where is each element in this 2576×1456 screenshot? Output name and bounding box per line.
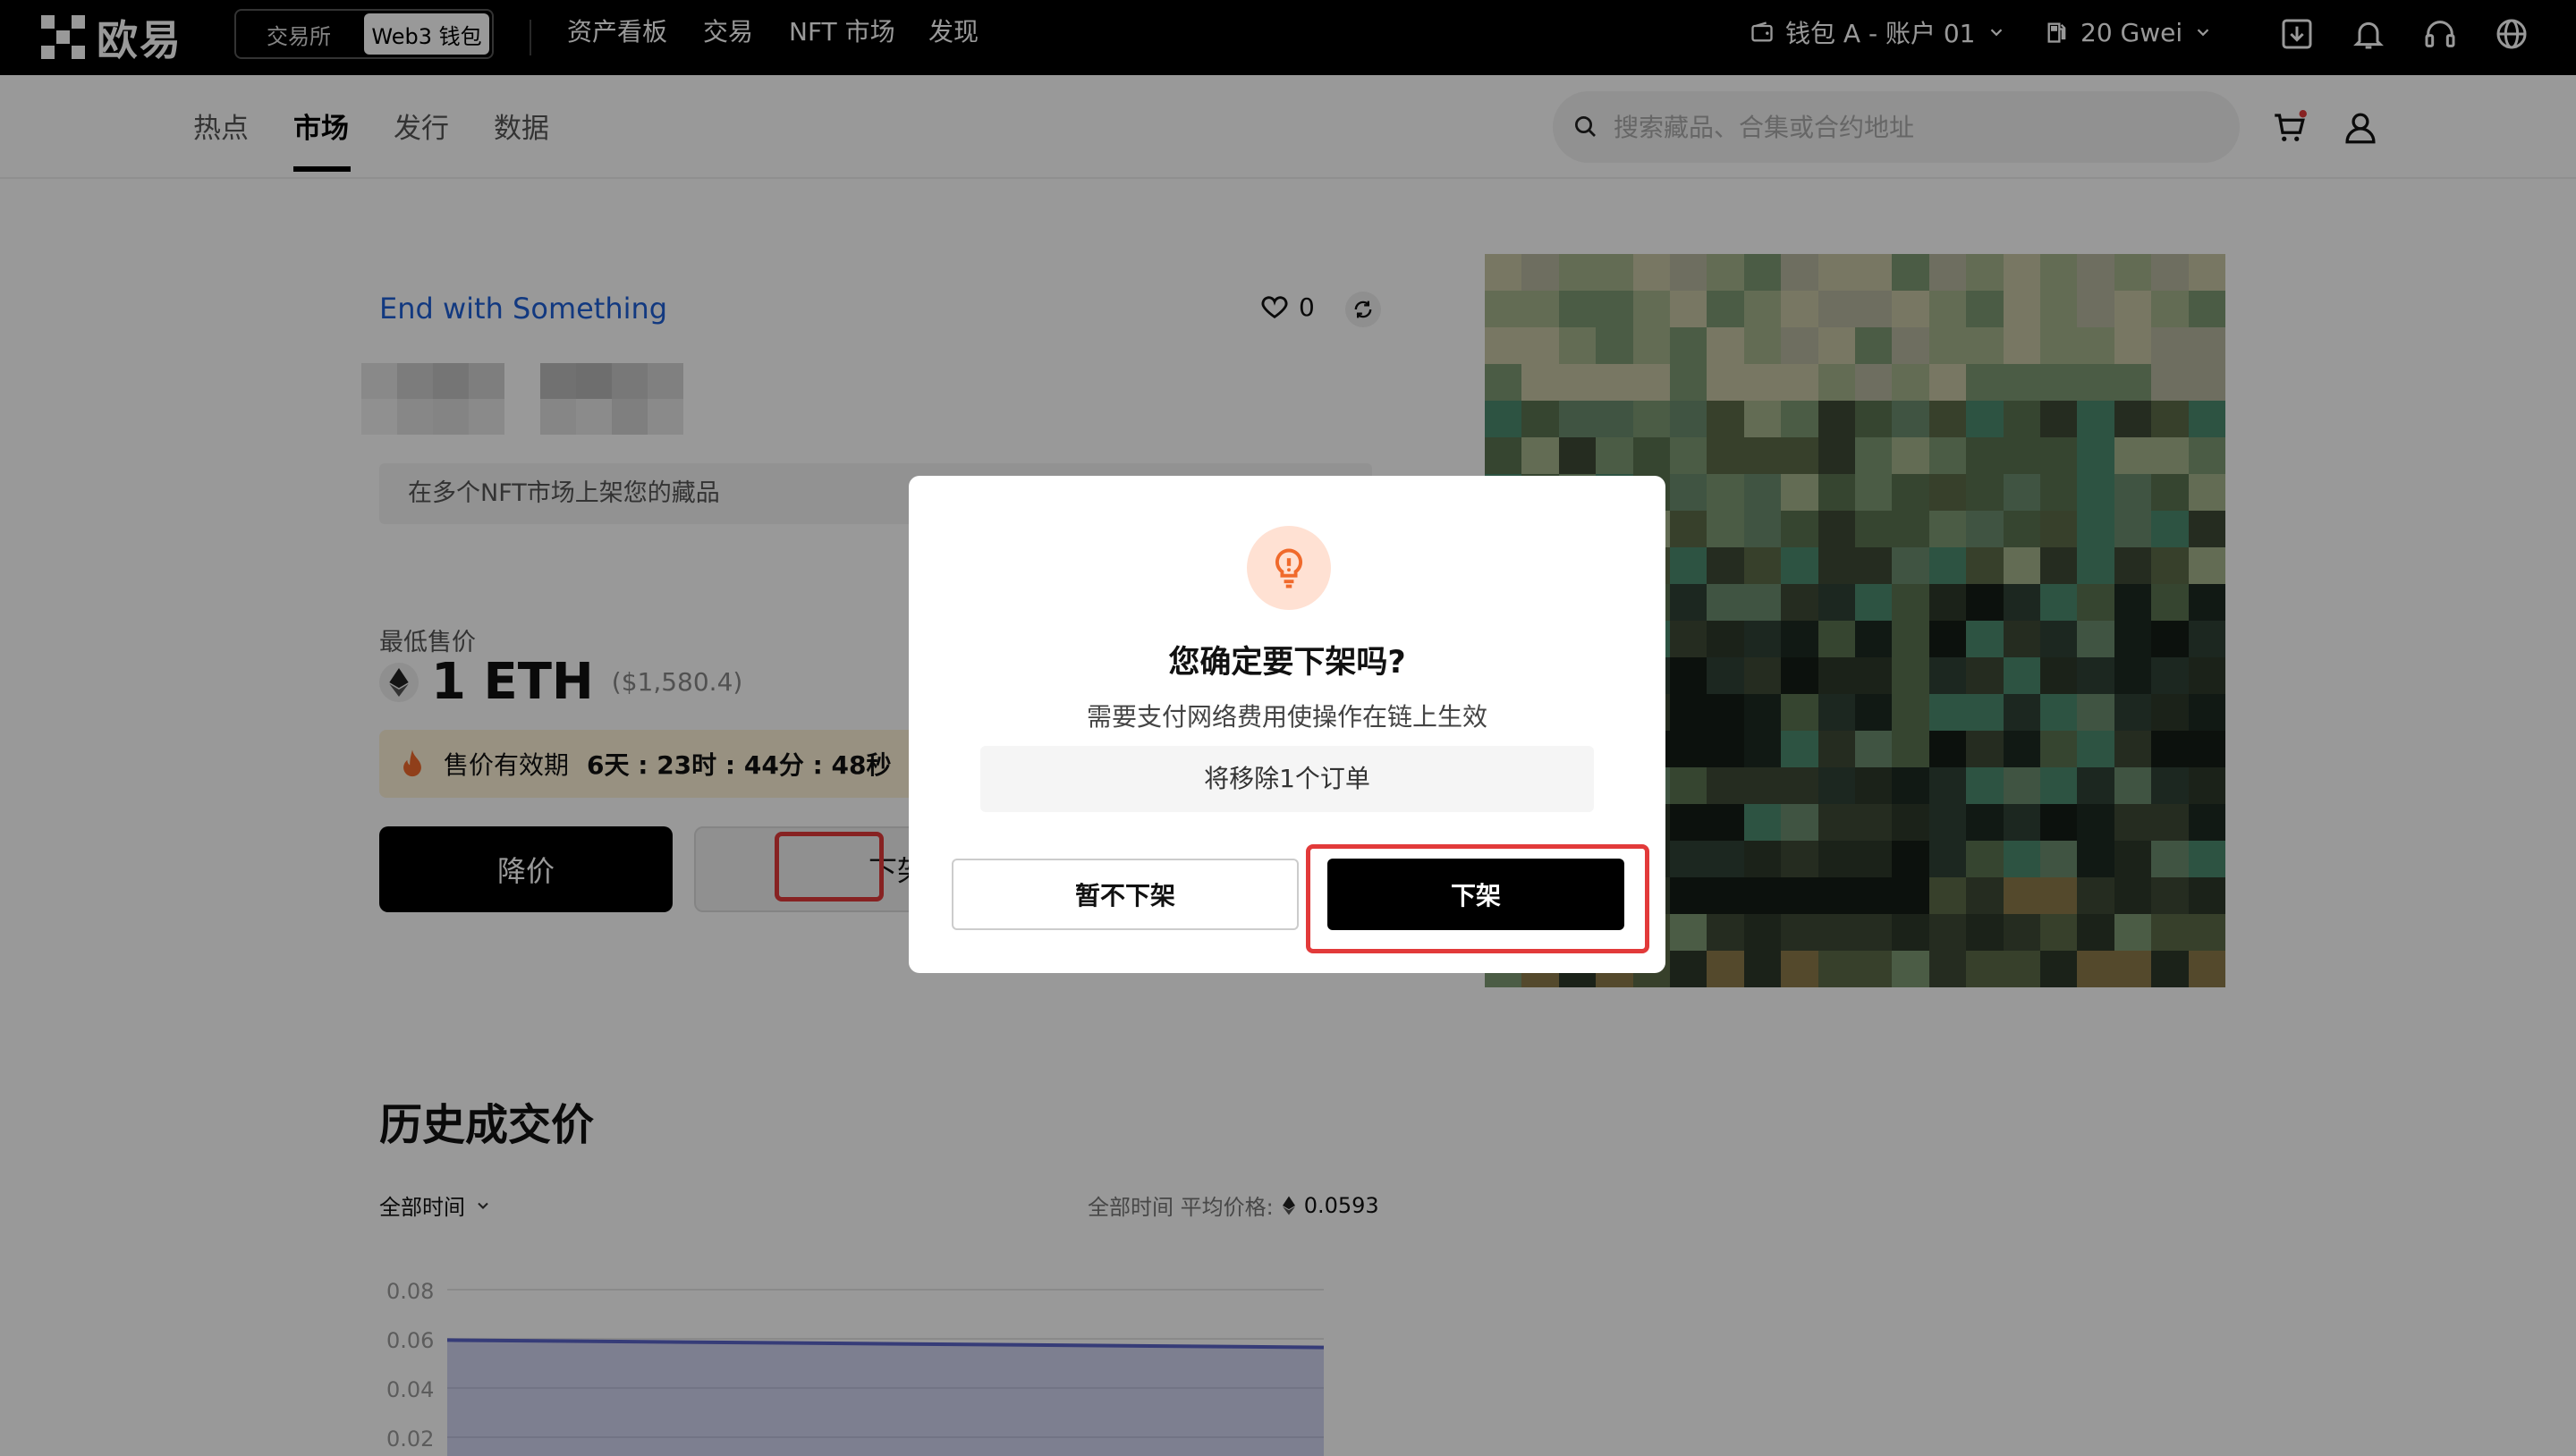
delist-confirm-dialog: 您确定要下架吗? 需要支付网络费用使操作在链上生效 将移除1个订单 暂不下架 下… bbox=[909, 476, 1665, 973]
dialog-info-box: 将移除1个订单 bbox=[980, 746, 1594, 812]
confirm-highlight bbox=[1306, 844, 1649, 953]
lightbulb-icon bbox=[1247, 526, 1331, 610]
dialog-subtitle: 需要支付网络费用使操作在链上生效 bbox=[1086, 702, 1487, 732]
dialog-title: 您确定要下架吗? bbox=[1168, 645, 1406, 681]
cancel-delist-button[interactable]: 暂不下架 bbox=[952, 859, 1299, 930]
